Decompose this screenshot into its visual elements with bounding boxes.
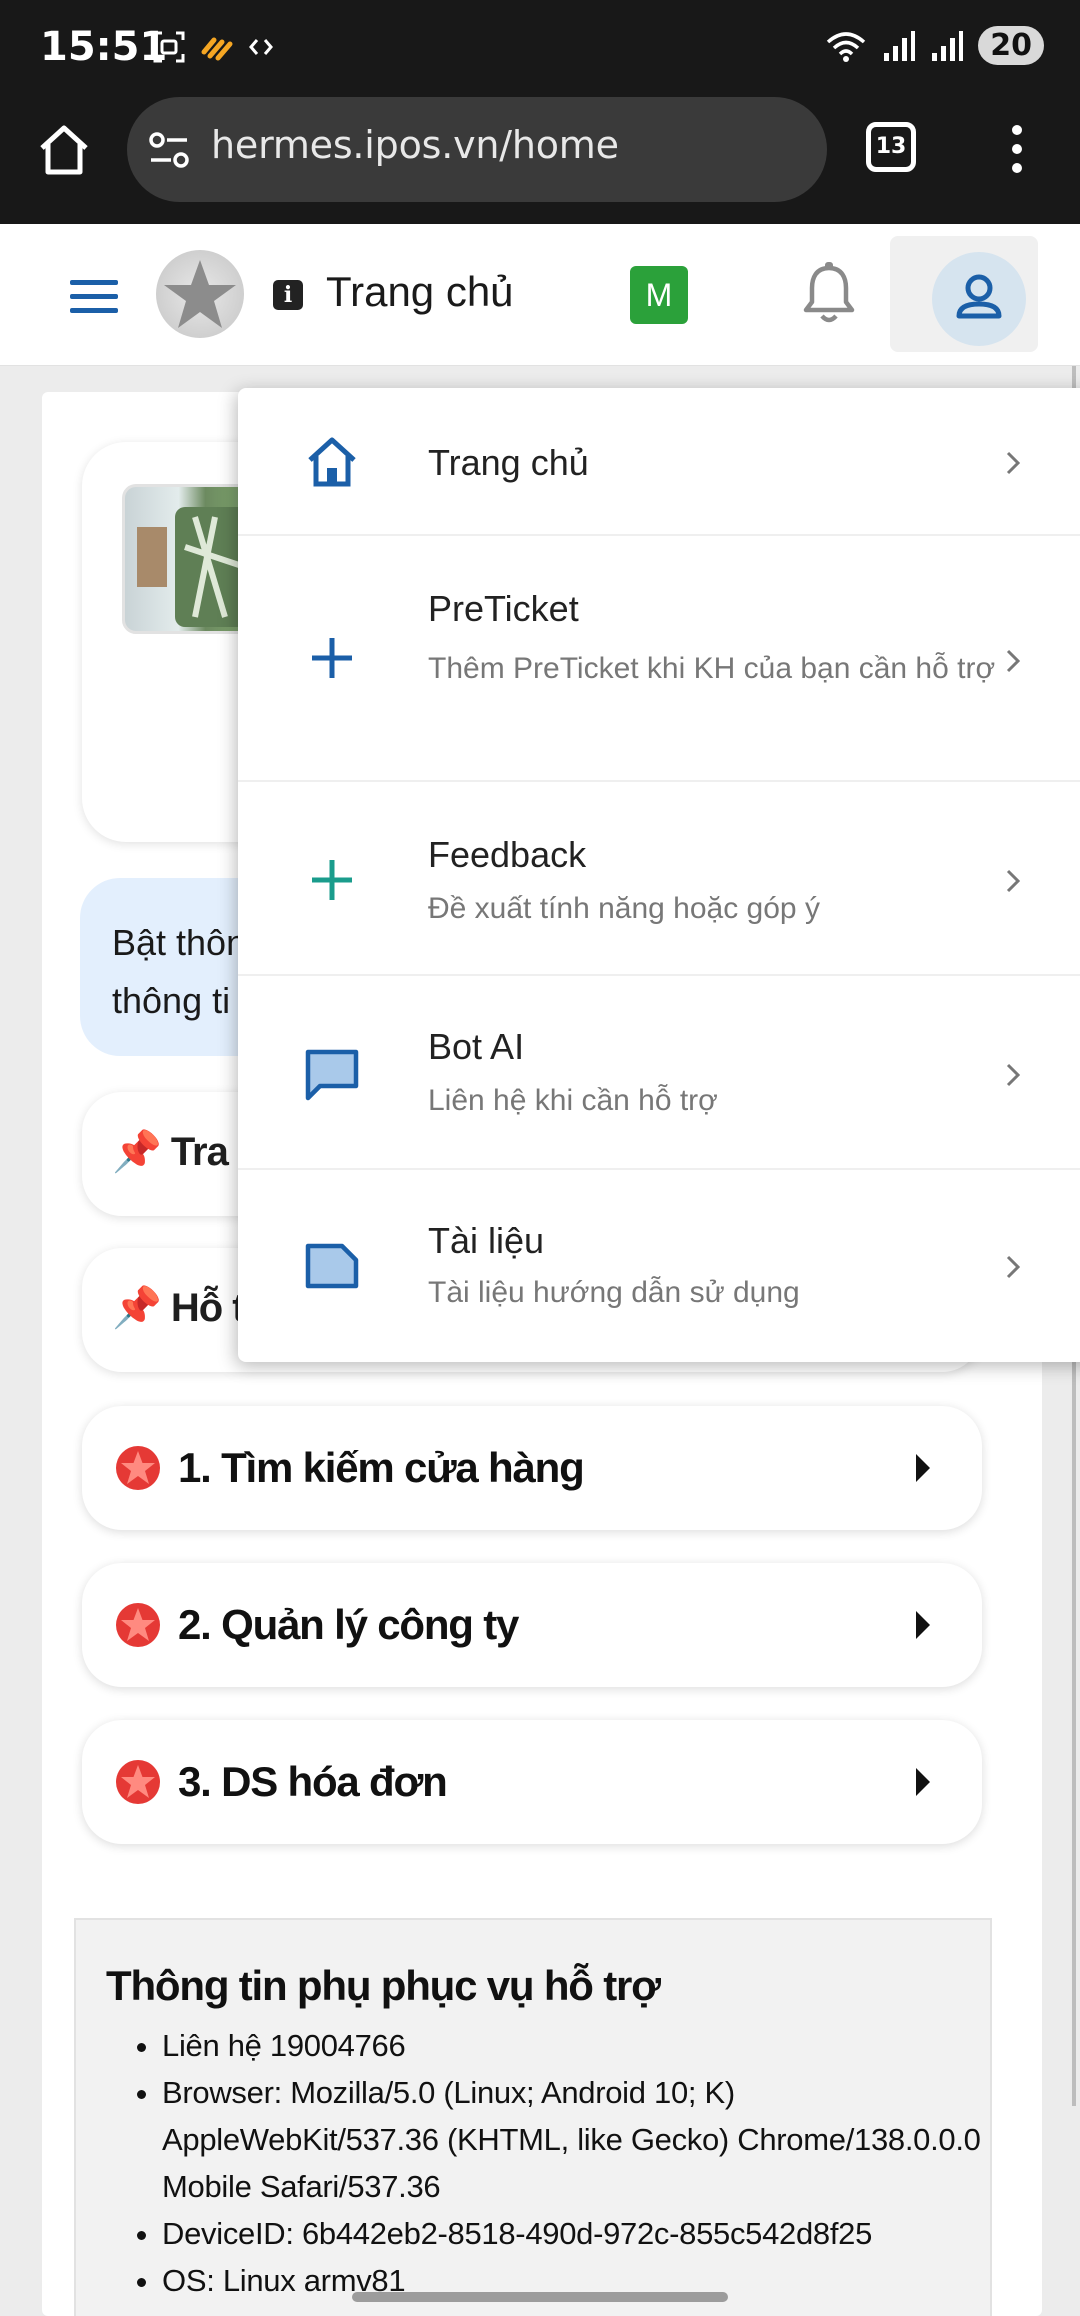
menu-item-subtitle: Thêm PreTicket khi KH của bạn cần hỗ trợ xyxy=(428,652,996,685)
chevron-right-icon xyxy=(1006,869,1021,893)
folder-icon xyxy=(305,1243,359,1289)
status-system-icons: 20 xyxy=(824,26,1044,65)
menu-item-subtitle: Tài liệu hướng dẫn sử dụng xyxy=(428,1276,800,1309)
status-notification-icons xyxy=(152,30,274,64)
support-info-box: Thông tin phụ phục vụ hỗ trợ Liên hệ 190… xyxy=(74,1918,992,2316)
caret-right-icon xyxy=(916,1611,930,1639)
nav-card-label: 2. Quản lý công ty xyxy=(178,1601,519,1648)
info-icon: i xyxy=(273,280,303,310)
home-icon xyxy=(308,437,356,487)
plus-icon xyxy=(312,638,352,678)
menu-item-home[interactable]: Trang chủ xyxy=(238,388,1080,536)
chat-icon xyxy=(305,1049,359,1101)
chevron-right-icon xyxy=(1006,649,1021,673)
app-notification-icon xyxy=(201,37,233,61)
pinned-card-text: Hỗ t xyxy=(170,1286,246,1330)
pushpin-icon: 📌 xyxy=(112,1130,162,1174)
caret-right-icon xyxy=(916,1454,930,1482)
menu-item-title: Feedback xyxy=(428,834,587,875)
hamburger-menu-icon[interactable] xyxy=(70,280,118,314)
support-info-list: Liên hệ 19004766 Browser: Mozilla/5.0 (L… xyxy=(162,2022,982,2304)
page-title: Trang chủ xyxy=(326,268,514,315)
red-star-icon xyxy=(116,1760,160,1804)
account-dropdown-menu: Trang chủ PreTicket Thêm PreTicket khi K… xyxy=(238,388,1080,1362)
code-arrows-icon xyxy=(249,39,273,55)
merchant-avatar[interactable]: M xyxy=(630,266,688,324)
nav-card-company-management[interactable]: 2. Quản lý công ty xyxy=(82,1563,982,1687)
nav-card-invoice-list[interactable]: 3. DS hóa đơn xyxy=(82,1720,982,1844)
user-avatar xyxy=(932,252,1026,346)
support-device-id: DeviceID: 6b442eb2-8518-490d-972c-855c54… xyxy=(162,2210,982,2257)
menu-item-preticket[interactable]: PreTicket Thêm PreTicket khi KH của bạn … xyxy=(238,536,1080,782)
chevron-right-icon xyxy=(1006,1063,1021,1087)
support-contact: Liên hệ 19004766 xyxy=(162,2022,982,2069)
browser-menu-icon[interactable] xyxy=(1000,122,1034,182)
menu-item-feedback[interactable]: Feedback Đề xuất tính năng hoặc góp ý xyxy=(238,782,1080,976)
status-time: 15:51 xyxy=(40,24,168,70)
nav-card-store-search[interactable]: 1. Tìm kiếm cửa hàng xyxy=(82,1406,982,1530)
red-star-icon xyxy=(116,1603,160,1647)
notification-bell-icon[interactable] xyxy=(800,260,858,326)
url-text: hermes.ipos.vn/home xyxy=(211,123,619,167)
user-icon xyxy=(956,274,1002,319)
support-browser: Browser: Mozilla/5.0 (Linux; Android 10;… xyxy=(162,2069,982,2210)
pushpin-icon: 📌 xyxy=(112,1286,162,1330)
red-star-icon xyxy=(116,1446,160,1490)
menu-item-bot-ai[interactable]: Bot AI Liên hệ khi cần hỗ trợ xyxy=(238,976,1080,1170)
menu-item-documents[interactable]: Tài liệu Tài liệu hướng dẫn sử dụng xyxy=(238,1170,1080,1362)
star-logo-icon xyxy=(164,260,236,328)
browser-toolbar: hermes.ipos.vn/home 13 xyxy=(0,92,1080,224)
app-header: i Trang chủ M xyxy=(0,224,1080,366)
menu-item-title: PreTicket xyxy=(428,588,579,629)
chevron-right-icon xyxy=(1006,1255,1021,1279)
caret-right-icon xyxy=(916,1768,930,1796)
pinned-card-label: 📌 Hỗ t xyxy=(112,1284,246,1331)
nav-card-label: 3. DS hóa đơn xyxy=(178,1758,448,1805)
user-account-button[interactable] xyxy=(890,236,1038,352)
tab-switcher-button[interactable]: 13 xyxy=(866,122,916,172)
menu-item-subtitle: Đề xuất tính năng hoặc góp ý xyxy=(428,892,820,925)
address-bar[interactable]: hermes.ipos.vn/home xyxy=(127,97,827,202)
menu-item-title: Bot AI xyxy=(428,1026,525,1067)
signal-icon-2 xyxy=(932,30,964,61)
site-settings-icon[interactable] xyxy=(147,127,193,173)
support-info-title: Thông tin phụ phục vụ hỗ trợ xyxy=(106,1962,661,2009)
app-logo[interactable] xyxy=(156,250,244,338)
chevron-right-icon xyxy=(1006,451,1021,475)
status-bar: 15:51 20 xyxy=(0,0,1080,92)
wifi-icon xyxy=(827,31,866,62)
plus-icon xyxy=(312,860,352,900)
screenshot-icon xyxy=(153,31,185,63)
gesture-navigation-bar[interactable] xyxy=(352,2292,728,2302)
nav-card-label: 1. Tìm kiếm cửa hàng xyxy=(178,1444,585,1491)
menu-item-subtitle: Liên hệ khi cần hỗ trợ xyxy=(428,1084,718,1117)
battery-indicator: 20 xyxy=(978,26,1044,65)
menu-item-title: Tài liệu xyxy=(428,1220,545,1261)
menu-item-title: Trang chủ xyxy=(428,442,589,483)
browser-home-icon[interactable] xyxy=(36,122,92,178)
signal-icon xyxy=(884,30,916,61)
